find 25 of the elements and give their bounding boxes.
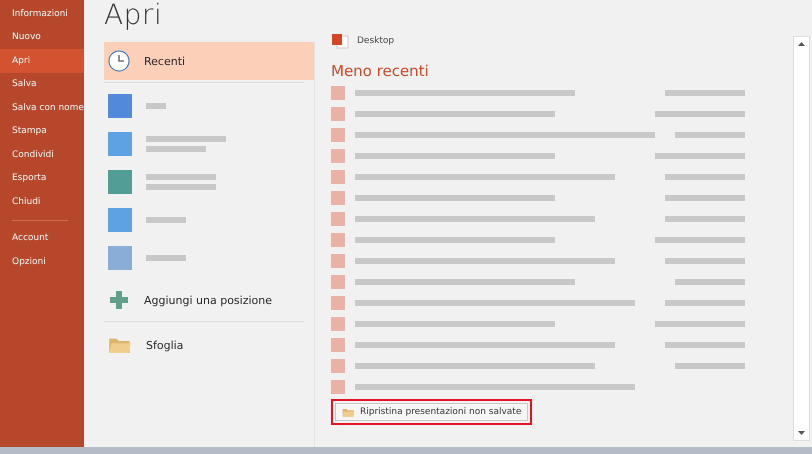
sidebar-item[interactable]: Chiudi: [0, 190, 84, 214]
section-heading: Meno recenti: [331, 62, 430, 80]
sidebar-item[interactable]: Stampa: [0, 120, 84, 143]
caret-down-icon: [798, 431, 805, 435]
page-title: Apri: [104, 0, 164, 33]
browse-place[interactable]: Sfoglia: [104, 326, 314, 364]
sidebar-item[interactable]: Nuovo: [0, 26, 84, 49]
sidebar-item[interactable]: Esporta: [0, 166, 84, 190]
sidebar-item[interactable]: Informazioni: [0, 2, 84, 26]
sidebar-item[interactable]: Opzioni: [0, 250, 84, 274]
sidebar-item[interactable]: Salva: [0, 72, 84, 96]
presentation-file-icon: [331, 33, 349, 49]
caret-up-icon: [798, 42, 805, 46]
clock-icon: [108, 50, 130, 72]
add-place[interactable]: Aggiungi una posizione: [104, 281, 314, 319]
sidebar-item[interactable]: Salva con nome: [0, 96, 84, 120]
file-location: Desktop: [357, 36, 394, 46]
scrollbar[interactable]: [793, 36, 810, 441]
recent-place[interactable]: Recenti: [104, 42, 314, 80]
plus-icon: [108, 289, 130, 311]
sidebar-item[interactable]: Account: [0, 226, 84, 250]
folder-icon: [342, 407, 355, 418]
sidebar-item[interactable]: Apri: [0, 49, 84, 72]
recover-button[interactable]: Ripristina presentazioni non salvate: [335, 403, 528, 422]
sidebar-item[interactable]: Condividi: [0, 143, 84, 166]
